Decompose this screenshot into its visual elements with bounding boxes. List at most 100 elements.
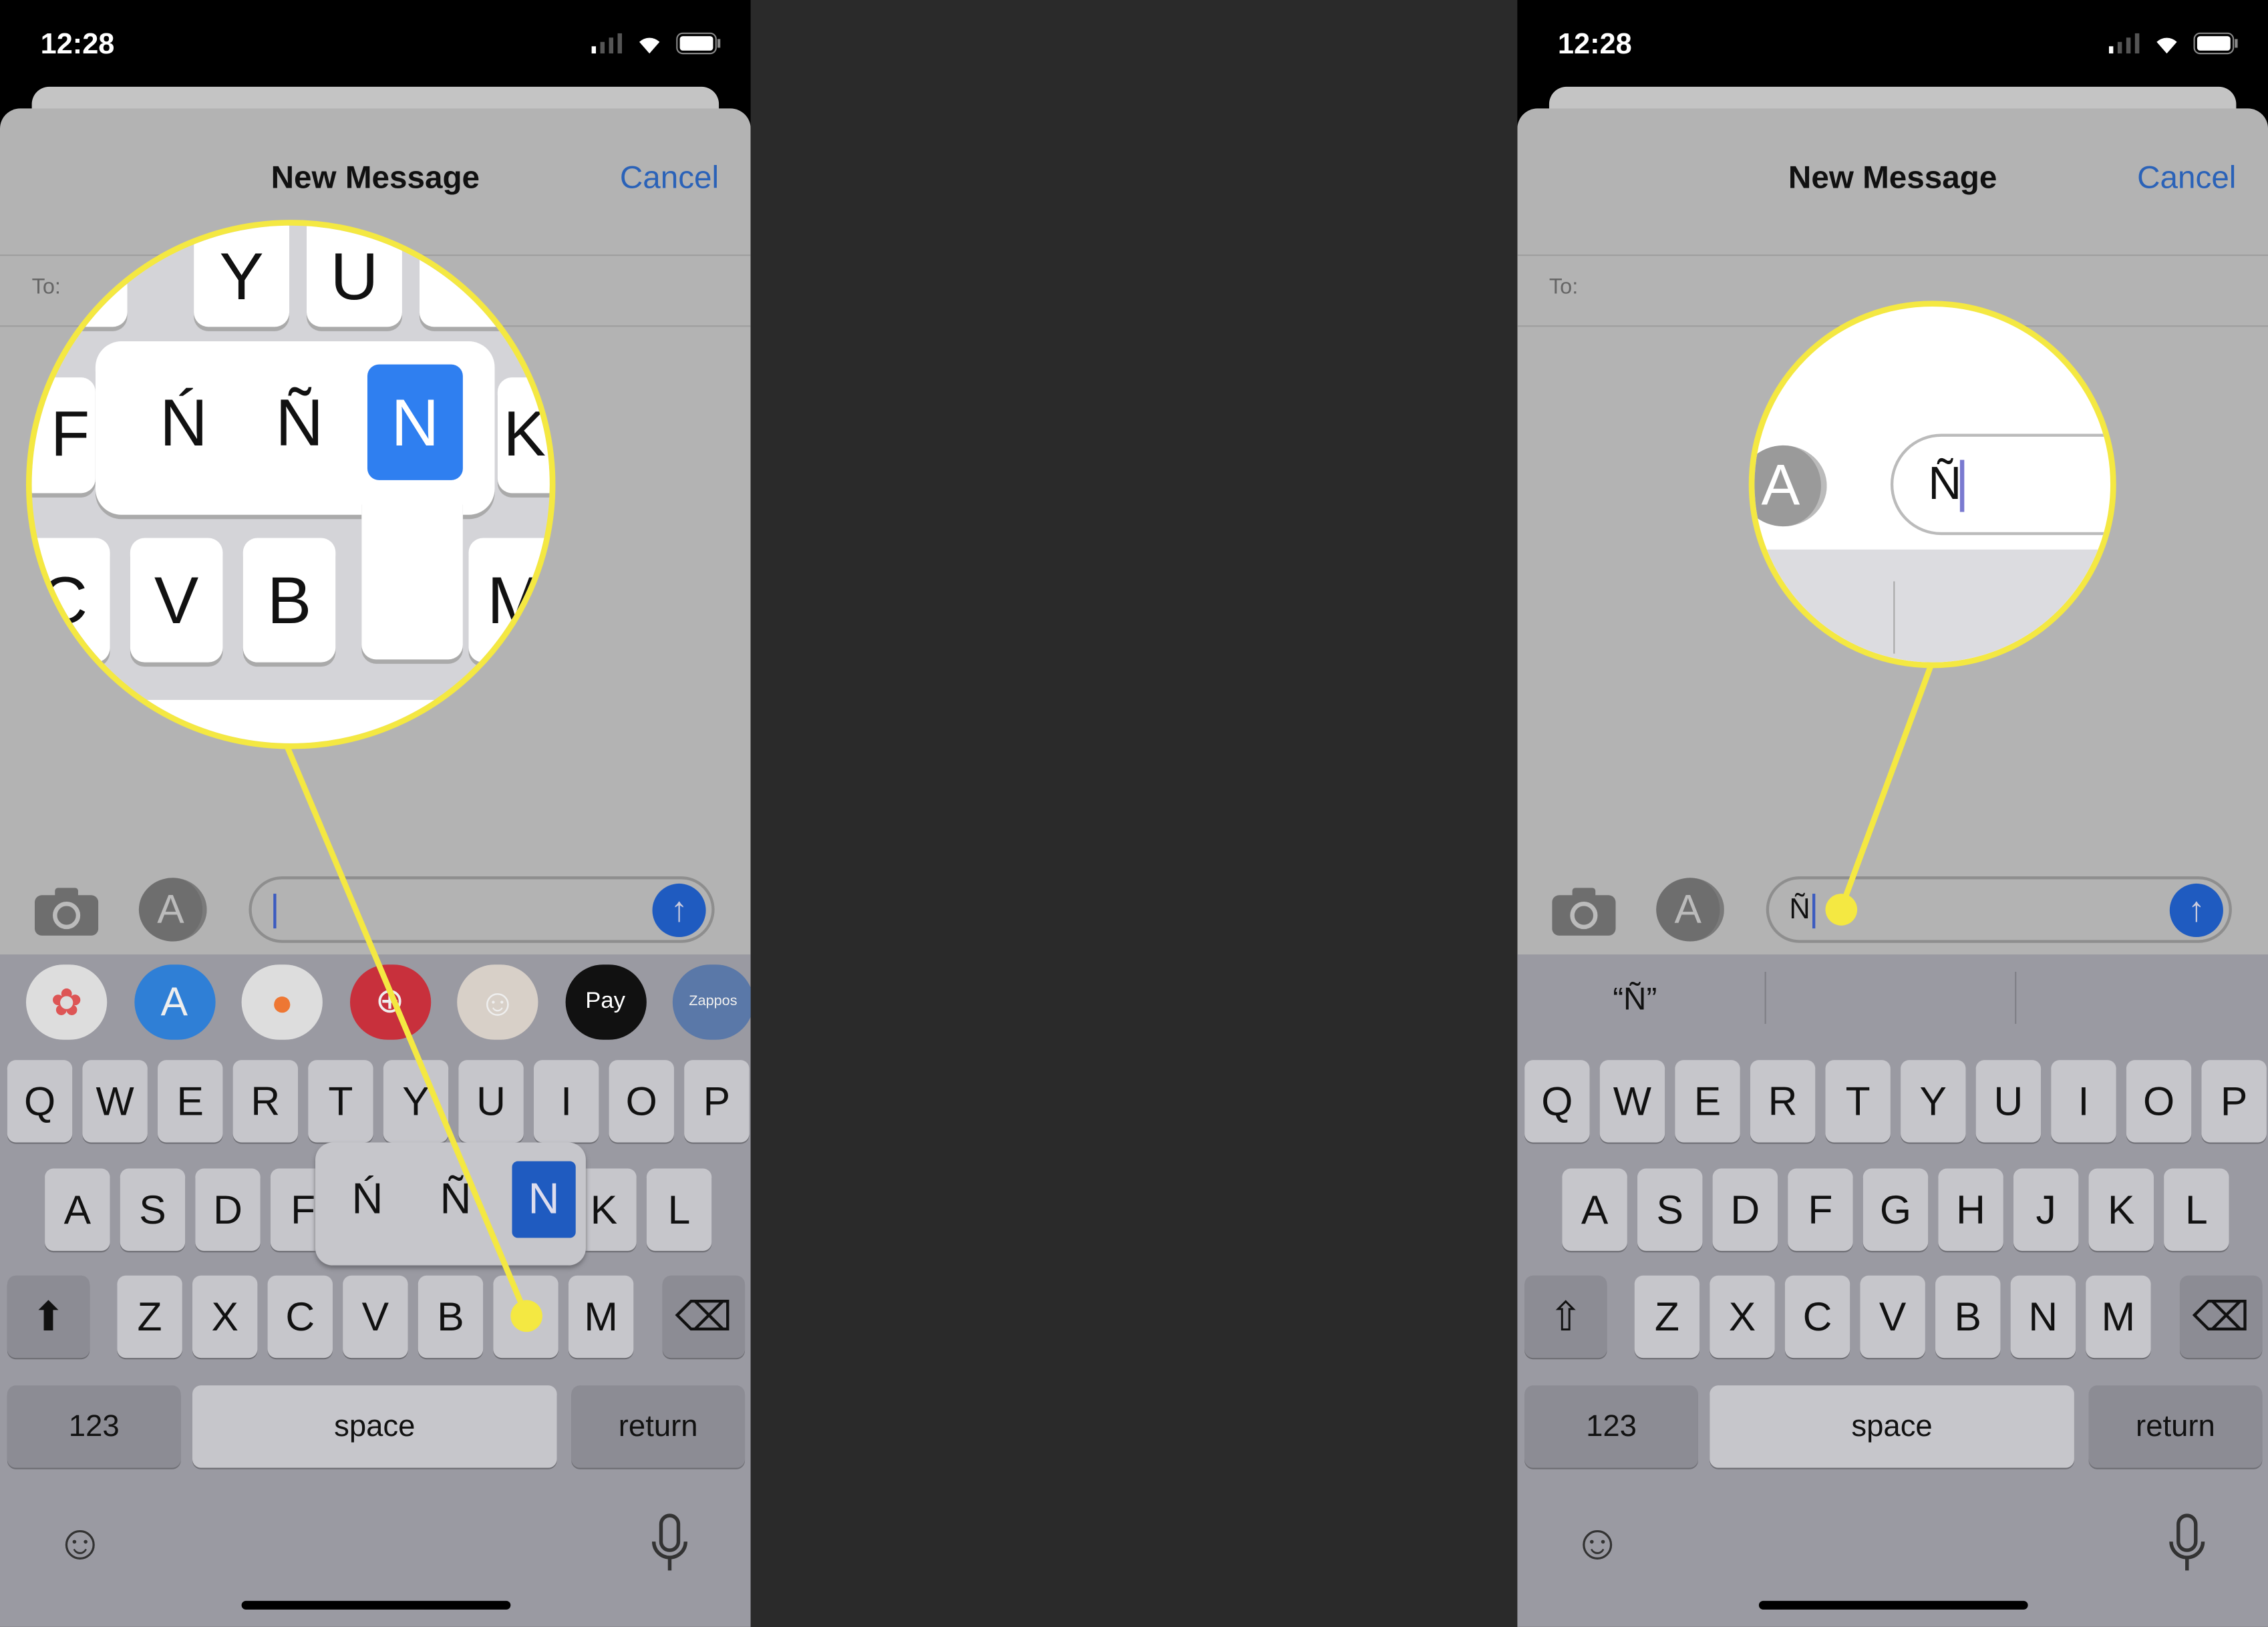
zoom-key	[31, 225, 128, 327]
key-u[interactable]: U	[1975, 1060, 2042, 1143]
key-i[interactable]: I	[533, 1060, 599, 1143]
delete-key[interactable]: ⌫	[2179, 1275, 2263, 1359]
key-s[interactable]: S	[1637, 1168, 1703, 1251]
key-b[interactable]: B	[1935, 1275, 2001, 1359]
header-divider	[1517, 254, 2268, 256]
send-button[interactable]: ↑	[2169, 883, 2223, 938]
app-strip-app-store[interactable]: A	[134, 964, 215, 1040]
phone-right: 12:28 New Message Cancel To: A Ñ ↑ “Ñ” Q W E R T Y U I O…	[1517, 0, 2268, 1627]
zoom-accent-option: N	[367, 364, 463, 480]
key-b[interactable]: B	[418, 1275, 484, 1359]
key-o[interactable]: O	[609, 1060, 674, 1143]
cancel-button[interactable]: Cancel	[2137, 159, 2236, 196]
microphone-icon[interactable]	[649, 1513, 690, 1581]
touch-point-dot	[510, 1300, 542, 1332]
status-time: 12:28	[40, 29, 115, 61]
touch-point-dot	[1825, 894, 1858, 926]
key-l[interactable]: L	[2164, 1168, 2229, 1251]
key-n[interactable]: N	[2010, 1275, 2076, 1359]
key-a[interactable]: A	[45, 1168, 110, 1251]
magnified-keyboard: YU F K ŃÑN CVB M	[25, 220, 556, 749]
shift-key[interactable]: ⇧	[1524, 1275, 1607, 1359]
key-p[interactable]: P	[2201, 1060, 2267, 1143]
key-q[interactable]: Q	[1524, 1060, 1590, 1143]
zoom-accent-option: Ń	[159, 384, 208, 460]
key-e[interactable]: E	[158, 1060, 223, 1143]
app-store-icon[interactable]: A	[1656, 878, 1724, 942]
zoom-app-store-icon: A	[1754, 445, 1827, 527]
home-indicator	[241, 1600, 511, 1610]
status-icons	[591, 32, 722, 62]
key-y[interactable]: Y	[383, 1060, 449, 1143]
key-t[interactable]: T	[308, 1060, 373, 1143]
camera-icon[interactable]	[34, 886, 99, 942]
key-x[interactable]: X	[1710, 1275, 1775, 1359]
key-k[interactable]: K	[2088, 1168, 2154, 1251]
key-q[interactable]: Q	[7, 1060, 73, 1143]
key-g[interactable]: G	[1862, 1168, 1929, 1251]
key-v[interactable]: V	[343, 1275, 408, 1359]
text-cursor	[1812, 894, 1816, 929]
key-v[interactable]: V	[1860, 1275, 1925, 1359]
prediction-separator	[1764, 972, 1766, 1024]
key-y[interactable]: Y	[1901, 1060, 1966, 1143]
app-strip-memoji[interactable]: ☺	[457, 964, 538, 1040]
numbers-key[interactable]: 123	[1524, 1385, 1698, 1468]
send-button[interactable]: ↑	[652, 883, 706, 938]
key-m[interactable]: M	[568, 1275, 634, 1359]
key-d[interactable]: D	[1712, 1168, 1778, 1251]
app-strip-apple-pay[interactable]: Pay	[564, 964, 646, 1040]
key-z[interactable]: Z	[117, 1275, 182, 1359]
prediction-1[interactable]: “Ñ”	[1613, 980, 1657, 1018]
key-a[interactable]: A	[1562, 1168, 1627, 1251]
app-strip-photos[interactable]: ✿	[25, 964, 108, 1040]
shift-key[interactable]: ⬆	[7, 1275, 90, 1359]
battery-icon	[675, 32, 721, 62]
key-f[interactable]: F	[1788, 1168, 1853, 1251]
emoji-icon[interactable]: ☺	[1573, 1515, 1623, 1572]
return-key[interactable]: return	[2088, 1385, 2263, 1468]
message-input[interactable]: ↑	[249, 876, 715, 943]
key-e[interactable]: E	[1675, 1060, 1740, 1143]
key-r[interactable]: R	[1750, 1060, 1816, 1143]
key-p[interactable]: P	[684, 1060, 750, 1143]
key-c[interactable]: C	[267, 1275, 333, 1359]
accent-option[interactable]: Ń	[335, 1161, 399, 1238]
key-z[interactable]: Z	[1634, 1275, 1700, 1359]
camera-icon[interactable]	[1552, 886, 1616, 942]
key-m[interactable]: M	[2086, 1275, 2151, 1359]
app-strip-apple-music-classic[interactable]: ●	[241, 964, 323, 1040]
delete-key[interactable]: ⌫	[662, 1275, 746, 1359]
key-w[interactable]: W	[82, 1060, 148, 1143]
key-i[interactable]: I	[2051, 1060, 2116, 1143]
key-w[interactable]: W	[1599, 1060, 1665, 1143]
key-d[interactable]: D	[195, 1168, 261, 1251]
zoom-divider	[1893, 581, 1895, 654]
key-c[interactable]: C	[1784, 1275, 1850, 1359]
emoji-icon[interactable]: ☺	[55, 1515, 105, 1572]
zoom-keyboard-area	[1754, 549, 2111, 663]
key-o[interactable]: O	[2126, 1060, 2192, 1143]
accent-option[interactable]: Ñ	[424, 1161, 487, 1238]
space-key[interactable]: space	[1710, 1385, 2074, 1468]
accent-option[interactable]: N	[512, 1161, 576, 1238]
space-key[interactable]: space	[192, 1385, 557, 1468]
key-r[interactable]: R	[232, 1060, 299, 1143]
key-l[interactable]: L	[646, 1168, 712, 1251]
microphone-icon[interactable]	[2166, 1513, 2207, 1581]
return-key[interactable]: return	[571, 1385, 746, 1468]
key-s[interactable]: S	[120, 1168, 186, 1251]
key-x[interactable]: X	[192, 1275, 258, 1359]
app-store-icon[interactable]: A	[138, 878, 207, 942]
key-h[interactable]: H	[1938, 1168, 2003, 1251]
key-j[interactable]: J	[2013, 1168, 2079, 1251]
zoom-key-v: V	[130, 538, 223, 663]
key-u[interactable]: U	[458, 1060, 524, 1143]
app-strip-search-images[interactable]: ⊕	[349, 964, 431, 1040]
numbers-key[interactable]: 123	[7, 1385, 181, 1468]
key-t[interactable]: T	[1825, 1060, 1891, 1143]
cancel-button[interactable]: Cancel	[620, 159, 719, 196]
to-label: To:	[1549, 275, 1579, 300]
app-strip-zappos[interactable]: Zappos	[672, 964, 751, 1040]
separator-panel	[750, 0, 1518, 1627]
